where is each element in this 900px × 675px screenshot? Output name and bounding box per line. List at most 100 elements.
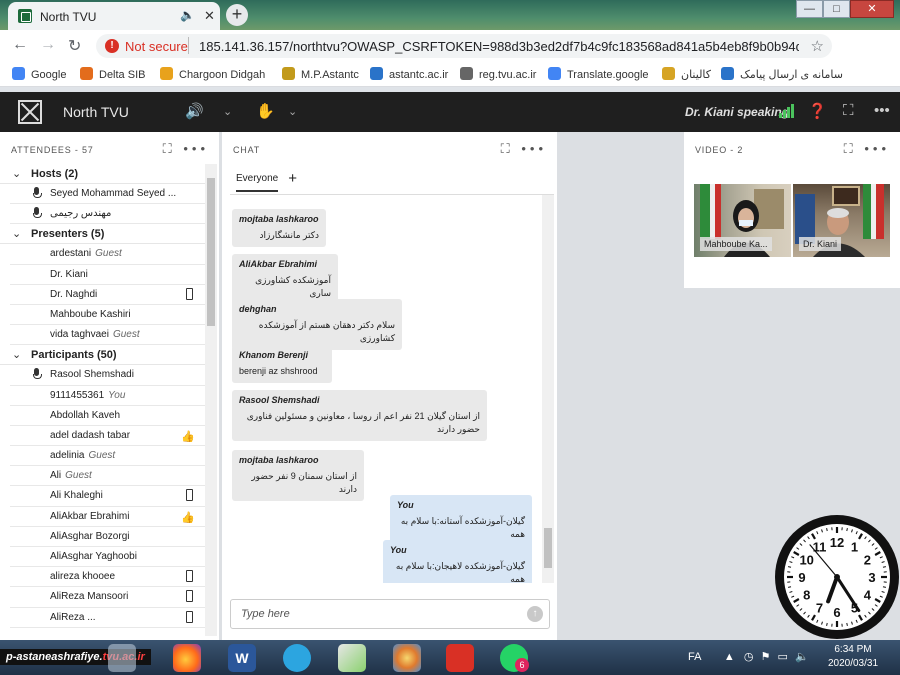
attendee-row[interactable]: AliAkbar Ebrahimi 👍 xyxy=(10,507,205,527)
attendee-row[interactable]: Abdollah Kaveh xyxy=(10,406,205,426)
video-tile[interactable]: Dr. Kiani xyxy=(793,184,890,257)
tab-audio-icon[interactable]: 🔈 xyxy=(180,8,195,22)
chat-input[interactable]: Type here ↑ xyxy=(230,599,550,629)
attendee-section-header[interactable]: ⌄ Presenters (5) xyxy=(0,224,205,245)
chat-header: CHAT ⛶ ••• xyxy=(222,132,557,164)
attendee-name-wrap: Abdollah Kaveh xyxy=(50,410,120,421)
chevron-down-icon[interactable]: ⌄ xyxy=(12,227,21,240)
attendee-row[interactable]: AliAsghar Yaghoobi xyxy=(10,547,205,568)
browser-tab-north-tvu[interactable]: North TVU 🔈 ✕ xyxy=(8,2,220,30)
action-center-flag-icon[interactable]: ⚑ xyxy=(761,651,771,663)
bookmark-item[interactable]: Google xyxy=(12,67,66,81)
taskbar-clock[interactable]: 6:34 PM 2020/03/31 xyxy=(826,643,880,671)
attendee-row[interactable]: Ali Khaleghi xyxy=(10,486,205,507)
tray-clock-icon[interactable]: ◷ xyxy=(744,651,754,663)
chat-scrollbar[interactable] xyxy=(542,195,554,583)
reload-icon[interactable]: ↻ xyxy=(68,36,81,56)
chat-sender: dehghan xyxy=(239,304,277,314)
send-icon[interactable]: ↑ xyxy=(527,606,543,622)
attendee-row[interactable]: مهندس رجیمی xyxy=(10,204,205,225)
scrollbar-thumb[interactable] xyxy=(544,528,552,568)
attendee-name-wrap: AliReza ... xyxy=(50,612,96,623)
bookmark-star-icon[interactable]: ☆ xyxy=(811,37,824,55)
add-chat-tab-button[interactable]: + xyxy=(288,170,297,187)
bookmark-item[interactable]: Delta SIB xyxy=(80,67,145,81)
bookmark-item[interactable]: Chargoon Didgah xyxy=(160,67,265,81)
chevron-down-icon[interactable]: ⌄ xyxy=(12,348,21,361)
attendee-list-scrollbar[interactable] xyxy=(205,164,217,636)
attendee-row[interactable]: adelinia Guest xyxy=(10,446,205,467)
attendee-row[interactable]: AliReza Mansoori xyxy=(10,587,205,608)
clock-tick xyxy=(796,547,800,550)
attendee-name: Dr. Naghdi xyxy=(50,288,98,300)
url-field[interactable]: ! Not secure 185.141.36.157/northtvu?OWA… xyxy=(96,34,832,58)
attendee-row[interactable]: Dr. Naghdi xyxy=(10,285,205,305)
attendee-row[interactable]: Seyed Mohammad Seyed ... xyxy=(10,184,205,205)
status-dropdown-icon[interactable]: ⌄ xyxy=(288,105,297,118)
tab-close-icon[interactable]: ✕ xyxy=(204,8,215,24)
attendee-row[interactable]: Mahboube Kashiri xyxy=(10,305,205,326)
more-options-icon[interactable]: ••• xyxy=(874,102,890,119)
firefox-taskbar-icon[interactable] xyxy=(173,644,201,672)
volume-icon[interactable]: 🔈 xyxy=(795,651,809,663)
chat-text: دکتر مانشگارزاد xyxy=(259,230,319,240)
attendee-row[interactable]: AliReza ... xyxy=(10,608,205,628)
tab-everyone[interactable]: Everyone xyxy=(236,173,279,192)
attendee-row[interactable]: ardestani Guest xyxy=(10,244,205,265)
bookmark-item[interactable]: M.P.Astantc xyxy=(282,67,359,81)
attendees-panel-options-icon[interactable]: ⛶ ••• xyxy=(163,141,209,157)
chat-text: گیلان-آموزشکده لاهیجان:با سلام به همه xyxy=(395,561,525,583)
word-taskbar-icon[interactable]: W xyxy=(228,644,256,672)
paint-taskbar-icon[interactable] xyxy=(393,644,421,672)
chevron-down-icon[interactable]: ⌄ xyxy=(12,167,21,180)
bookmark-favicon-icon xyxy=(721,67,734,80)
clock-number: 12 xyxy=(830,535,844,550)
attendee-row[interactable]: Rasool Shemshadi xyxy=(10,365,205,386)
attendee-row[interactable]: AliAsghar Bozorgi xyxy=(10,527,205,547)
network-icon[interactable]: ▭ xyxy=(777,651,787,663)
scrollbar-thumb[interactable] xyxy=(207,178,215,326)
help-icon[interactable]: ❓ xyxy=(808,102,827,120)
close-window-button[interactable]: ✕ xyxy=(850,0,894,18)
attendee-row[interactable]: Dr. Kiani xyxy=(10,265,205,285)
telegram-taskbar-icon[interactable] xyxy=(283,644,311,672)
attendee-row[interactable]: 9111455361 You xyxy=(10,386,205,406)
maximize-button[interactable]: □ xyxy=(823,0,850,18)
chat-panel-options-icon[interactable]: ⛶ ••• xyxy=(501,141,547,157)
attendee-row[interactable]: Ali Guest xyxy=(10,466,205,487)
bookmarks-bar: Google Delta SIB Chargoon Didgah M.P.Astant… xyxy=(0,62,900,87)
bookmark-item[interactable]: سامانه ی ارسال پیامک xyxy=(721,67,843,81)
security-app-taskbar-icon[interactable] xyxy=(446,644,474,672)
bookmark-item[interactable]: Translate.google xyxy=(548,67,649,81)
clock-tick xyxy=(821,529,823,533)
clock-tick xyxy=(793,551,800,556)
new-tab-button[interactable]: + xyxy=(226,4,248,26)
input-language[interactable]: FA xyxy=(688,651,701,663)
bookmark-label: Delta SIB xyxy=(99,69,146,81)
speaker-dropdown-icon[interactable]: ⌄ xyxy=(223,105,232,118)
back-arrow-icon[interactable]: ← xyxy=(12,36,28,54)
attendee-row[interactable]: adel dadash tabar 👍 xyxy=(10,426,205,447)
fullscreen-icon[interactable]: ⛶ xyxy=(843,102,854,119)
attendee-row[interactable]: alireza khooee xyxy=(10,567,205,588)
video-panel-options-icon[interactable]: ⛶ ••• xyxy=(844,141,890,157)
minimize-button[interactable]: — xyxy=(796,0,823,18)
attendee-section-header[interactable]: ⌄ Participants (50) xyxy=(0,345,205,366)
editor-taskbar-icon[interactable] xyxy=(338,644,366,672)
raise-hand-icon[interactable]: ✋ xyxy=(256,102,275,120)
attendee-row[interactable]: vida taghvaei Guest xyxy=(10,325,205,346)
speaker-icon[interactable]: 🔊 xyxy=(185,102,204,120)
attendee-section-label: Participants (50) xyxy=(31,349,117,362)
attendee-name-wrap: AliAsghar Bozorgi xyxy=(50,531,129,542)
video-tile[interactable]: Mahboube Ka... xyxy=(694,184,791,257)
tray-expand-icon[interactable]: ▲ xyxy=(724,651,735,663)
attendee-section-header[interactable]: ⌄ Hosts (2) xyxy=(0,164,205,184)
clock-tick xyxy=(874,598,881,603)
clock-number: 4 xyxy=(864,588,872,603)
bookmark-item[interactable]: کالینان xyxy=(662,67,711,81)
bookmark-item[interactable]: astantc.ac.ir xyxy=(370,67,448,81)
chrome-taskbar-icon[interactable] xyxy=(108,644,136,672)
clock-tick xyxy=(871,543,875,546)
bookmark-item[interactable]: reg.tvu.ac.ir xyxy=(460,67,536,81)
forward-arrow-icon[interactable]: → xyxy=(40,36,56,54)
